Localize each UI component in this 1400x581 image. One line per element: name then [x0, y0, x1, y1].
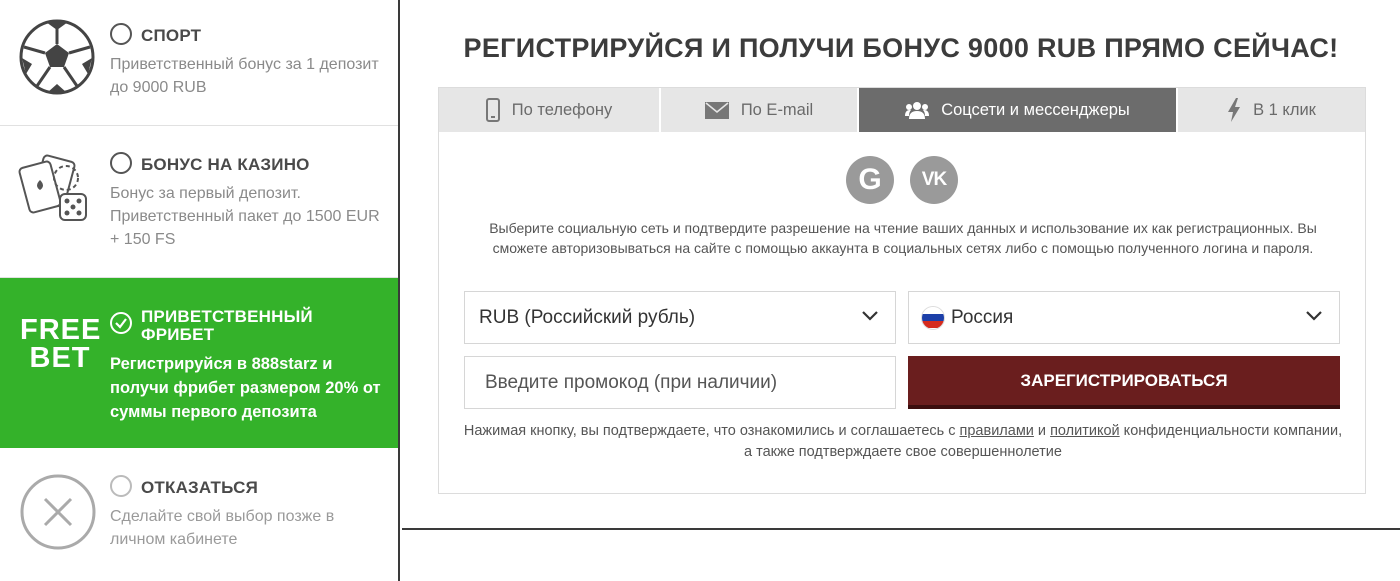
sport-title: СПОРТ — [141, 26, 202, 45]
phone-icon — [485, 98, 500, 122]
chevron-down-icon — [1306, 311, 1322, 321]
sport-description: Приветственный бонус за 1 депозит до 900… — [110, 56, 379, 96]
bonus-panel: СПОРТ Приветственный бонус за 1 депозит … — [0, 0, 400, 581]
tab-phone-label: По телефону — [511, 100, 613, 119]
lightning-icon — [1228, 98, 1241, 122]
registration-form: По телефону По E-mail Соцсети и мессендж… — [438, 87, 1366, 494]
decline-title: ОТКАЗАТЬСЯ — [141, 478, 259, 497]
social-login-buttons: G VK — [439, 156, 1365, 204]
sport-radio[interactable] — [110, 23, 132, 45]
privacy-policy-link[interactable]: политикой — [1050, 423, 1120, 439]
tab-social[interactable]: Соцсети и мессенджеры — [859, 88, 1178, 132]
freebet-logo-line2: BET — [29, 342, 91, 374]
decline-radio[interactable] — [110, 475, 132, 497]
currency-select[interactable]: RUB (Российский рубль) — [464, 291, 896, 344]
registration-headline: РЕГИСТРИРУЙСЯ И ПОЛУЧИ БОНУС 9000 RUB ПР… — [463, 33, 1339, 63]
casino-radio[interactable] — [110, 152, 132, 174]
bonus-option-decline[interactable]: ОТКАЗАТЬСЯ Сделайте свой выбор позже в л… — [0, 448, 398, 581]
tab-email[interactable]: По E-mail — [661, 88, 859, 132]
register-button[interactable]: ЗАРЕГИСТРИРОВАТЬСЯ — [908, 356, 1340, 409]
tab-phone[interactable]: По телефону — [439, 88, 661, 132]
users-icon — [905, 102, 930, 119]
tab-social-label: Соцсети и мессенджеры — [941, 100, 1130, 119]
tab-one-click-label: В 1 клик — [1253, 100, 1316, 119]
soccer-ball-icon — [18, 18, 104, 104]
tab-email-label: По E-mail — [740, 100, 814, 119]
cards-dice-icon — [18, 148, 104, 234]
google-login-button[interactable]: G — [846, 156, 894, 204]
google-icon: G — [858, 163, 882, 196]
legal-text-and: и — [1033, 423, 1051, 439]
legal-text: Нажимая кнопку, вы подтверждаете, что оз… — [463, 421, 1343, 463]
registration-panel: РЕГИСТРИРУЙСЯ И ПОЛУЧИ БОНУС 9000 RUB ПР… — [402, 0, 1400, 530]
vk-icon: VK — [921, 169, 947, 190]
decline-description: Сделайте свой выбор позже в личном кабин… — [110, 508, 335, 548]
vk-login-button[interactable]: VK — [910, 156, 958, 204]
freebet-logo: FREE BET — [20, 314, 102, 374]
bonus-option-casino[interactable]: БОНУС НА КАЗИНО Бонус за первый депозит.… — [0, 126, 398, 278]
close-circle-icon — [18, 472, 104, 558]
freebet-description: Регистрируйся в 888starz и получи фрибет… — [110, 355, 381, 421]
country-select[interactable]: Россия — [908, 291, 1340, 344]
check-icon — [115, 318, 127, 329]
tab-one-click[interactable]: В 1 клик — [1178, 88, 1365, 132]
freebet-logo-line1: FREE — [20, 314, 102, 346]
legal-text-before: Нажимая кнопку, вы подтверждаете, что оз… — [463, 423, 960, 439]
social-info-text: Выберите социальную сеть и подтвердите р… — [489, 220, 1317, 256]
envelope-icon — [704, 101, 729, 119]
casino-description: Бонус за первый депозит. Приветственный … — [110, 185, 380, 248]
bonus-option-sport[interactable]: СПОРТ Приветственный бонус за 1 депозит … — [0, 0, 398, 126]
rules-link[interactable]: правилами — [960, 423, 1034, 439]
currency-value: RUB (Российский рубль) — [479, 306, 696, 328]
russia-flag-icon — [921, 305, 945, 330]
freebet-title: ПРИВЕТСТВЕННЫЙ ФРИБЕТ — [141, 307, 313, 344]
bonus-option-freebet[interactable]: FREE BET ПРИВЕТСТВЕННЫЙ ФРИБЕТ Регистрир… — [0, 278, 398, 448]
promo-code-input[interactable] — [464, 356, 896, 409]
registration-tabs: По телефону По E-mail Соцсети и мессендж… — [439, 88, 1365, 132]
casino-title: БОНУС НА КАЗИНО — [141, 155, 310, 174]
freebet-radio-checked[interactable] — [110, 312, 132, 334]
country-value: Россия — [951, 306, 1014, 328]
chevron-down-icon — [862, 311, 878, 321]
